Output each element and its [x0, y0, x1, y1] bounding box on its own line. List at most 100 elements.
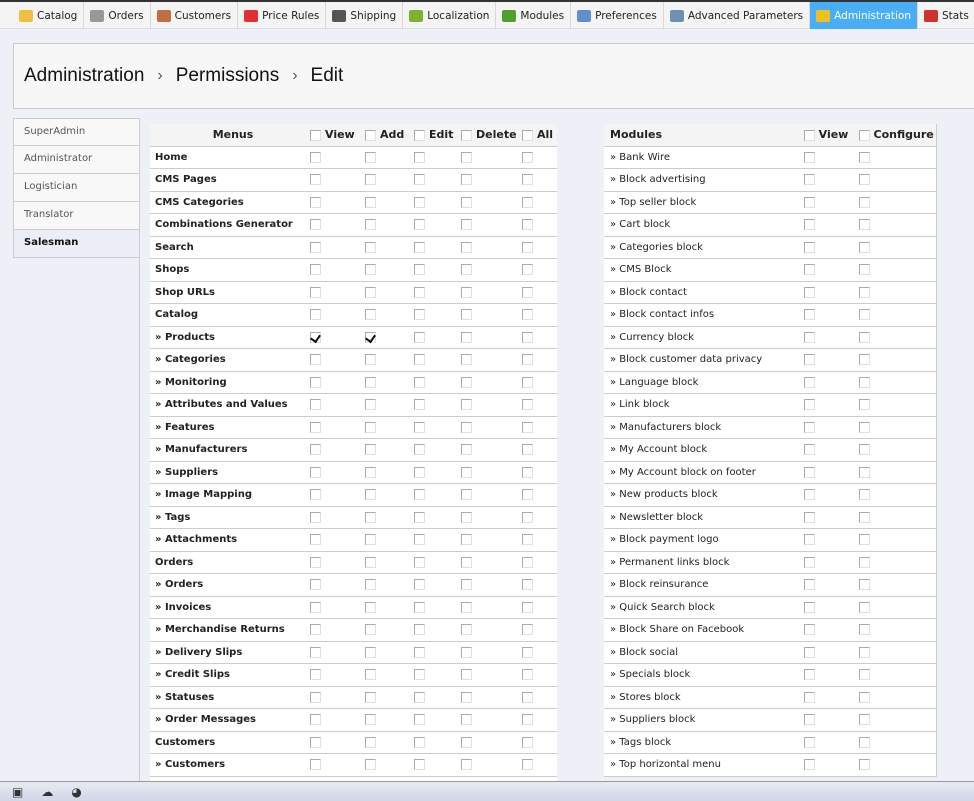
nav-administration[interactable]: Administration: [810, 2, 918, 29]
permission-checkbox[interactable]: [461, 354, 472, 365]
permission-checkbox[interactable]: [414, 691, 425, 703]
permission-checkbox[interactable]: [461, 624, 472, 635]
permission-checkbox[interactable]: [414, 196, 425, 208]
breadcrumb-item[interactable]: Permissions: [176, 65, 279, 87]
permission-checkbox[interactable]: [365, 331, 376, 343]
permission-checkbox[interactable]: [858, 534, 870, 545]
permission-checkbox[interactable]: [414, 736, 425, 748]
permission-checkbox[interactable]: [365, 759, 376, 770]
permission-checkbox[interactable]: [365, 264, 376, 275]
permission-checkbox[interactable]: [414, 174, 425, 185]
permission-checkbox[interactable]: [522, 624, 533, 635]
permission-checkbox[interactable]: [522, 556, 533, 568]
permission-checkbox[interactable]: [858, 309, 870, 320]
permission-checkbox[interactable]: [803, 376, 815, 388]
permission-checkbox[interactable]: [522, 759, 533, 770]
permission-checkbox[interactable]: [858, 421, 870, 433]
permission-checkbox[interactable]: [522, 264, 533, 275]
permission-checkbox[interactable]: [365, 466, 376, 478]
nav-shipping[interactable]: Shipping: [326, 2, 404, 29]
terminal-icon[interactable]: ▣: [12, 785, 23, 799]
permission-checkbox[interactable]: [522, 714, 533, 725]
permission-checkbox[interactable]: [365, 556, 376, 568]
permission-checkbox[interactable]: [522, 309, 533, 320]
permission-checkbox[interactable]: [803, 534, 815, 545]
permission-checkbox[interactable]: [461, 286, 472, 298]
permission-checkbox[interactable]: [414, 511, 425, 523]
permission-checkbox[interactable]: [803, 489, 815, 500]
permission-checkbox[interactable]: [310, 556, 321, 568]
permission-checkbox[interactable]: [858, 714, 870, 725]
select-all-checkbox[interactable]: [461, 129, 472, 141]
select-all-checkbox[interactable]: [522, 129, 533, 141]
permission-checkbox[interactable]: [414, 714, 425, 725]
permission-checkbox[interactable]: [365, 219, 376, 230]
permission-checkbox[interactable]: [461, 736, 472, 748]
permission-checkbox[interactable]: [522, 579, 533, 590]
nav-catalog[interactable]: Catalog: [13, 2, 85, 29]
permission-checkbox[interactable]: [310, 219, 321, 230]
permission-checkbox[interactable]: [522, 376, 533, 388]
permission-checkbox[interactable]: [414, 151, 425, 163]
permission-checkbox[interactable]: [461, 489, 472, 500]
permission-checkbox[interactable]: [803, 174, 815, 185]
permission-checkbox[interactable]: [858, 399, 870, 410]
permission-checkbox[interactable]: [803, 601, 815, 613]
permission-checkbox[interactable]: [858, 579, 870, 590]
permission-checkbox[interactable]: [414, 219, 425, 230]
permission-checkbox[interactable]: [414, 489, 425, 500]
select-all-checkbox[interactable]: [310, 129, 321, 141]
permission-checkbox[interactable]: [461, 579, 472, 590]
permission-checkbox[interactable]: [858, 241, 870, 253]
profile-administrator[interactable]: Administrator: [13, 146, 140, 174]
permission-checkbox[interactable]: [365, 421, 376, 433]
permission-checkbox[interactable]: [522, 691, 533, 703]
permission-checkbox[interactable]: [365, 174, 376, 185]
select-all-checkbox[interactable]: [365, 129, 376, 141]
permission-checkbox[interactable]: [522, 646, 533, 658]
permission-checkbox[interactable]: [310, 421, 321, 433]
permission-checkbox[interactable]: [461, 691, 472, 703]
permission-checkbox[interactable]: [310, 534, 321, 545]
permission-checkbox[interactable]: [522, 421, 533, 433]
permission-checkbox[interactable]: [522, 219, 533, 230]
permission-checkbox[interactable]: [803, 286, 815, 298]
permission-checkbox[interactable]: [365, 736, 376, 748]
permission-checkbox[interactable]: [310, 669, 321, 680]
permission-checkbox[interactable]: [803, 691, 815, 703]
speedometer-icon[interactable]: ◕: [71, 785, 81, 799]
permission-checkbox[interactable]: [803, 556, 815, 568]
permission-checkbox[interactable]: [522, 489, 533, 500]
permission-checkbox[interactable]: [522, 736, 533, 748]
permission-checkbox[interactable]: [461, 646, 472, 658]
permission-checkbox[interactable]: [414, 669, 425, 680]
permission-checkbox[interactable]: [310, 331, 321, 343]
permission-checkbox[interactable]: [858, 151, 870, 163]
permission-checkbox[interactable]: [858, 691, 870, 703]
permission-checkbox[interactable]: [365, 534, 376, 545]
permission-checkbox[interactable]: [414, 759, 425, 770]
permission-checkbox[interactable]: [461, 331, 472, 343]
permission-checkbox[interactable]: [414, 421, 425, 433]
permission-checkbox[interactable]: [858, 331, 870, 343]
permission-checkbox[interactable]: [803, 151, 815, 163]
permission-checkbox[interactable]: [414, 556, 425, 568]
permission-checkbox[interactable]: [858, 669, 870, 680]
permission-checkbox[interactable]: [461, 534, 472, 545]
profile-salesman[interactable]: Salesman: [13, 230, 140, 258]
permission-checkbox[interactable]: [310, 489, 321, 500]
permission-checkbox[interactable]: [310, 466, 321, 478]
permission-checkbox[interactable]: [365, 309, 376, 320]
select-all-checkbox[interactable]: [858, 129, 870, 141]
permission-checkbox[interactable]: [310, 354, 321, 365]
permission-checkbox[interactable]: [461, 241, 472, 253]
permission-checkbox[interactable]: [858, 646, 870, 658]
permission-checkbox[interactable]: [414, 601, 425, 613]
permission-checkbox[interactable]: [522, 196, 533, 208]
permission-checkbox[interactable]: [858, 556, 870, 568]
permission-checkbox[interactable]: [310, 196, 321, 208]
nav-stats[interactable]: Stats: [918, 2, 974, 29]
nav-modules[interactable]: Modules: [496, 2, 572, 29]
permission-checkbox[interactable]: [461, 466, 472, 478]
permission-checkbox[interactable]: [803, 331, 815, 343]
